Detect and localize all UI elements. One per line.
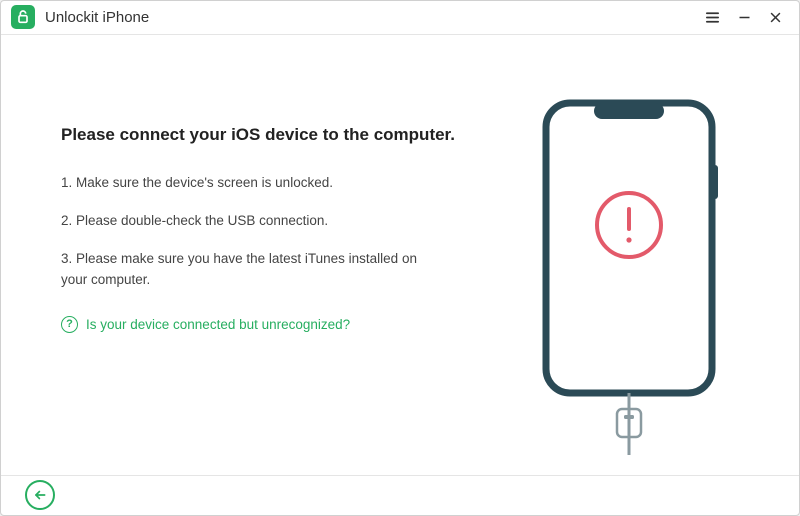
step-item: 3. Please make sure you have the latest … bbox=[61, 249, 441, 290]
question-icon: ? bbox=[61, 316, 78, 333]
arrow-left-icon bbox=[33, 488, 47, 502]
instructions-panel: Please connect your iOS device to the co… bbox=[61, 95, 499, 455]
phone-illustration-icon bbox=[534, 95, 724, 455]
footer bbox=[1, 475, 799, 515]
app-logo-icon bbox=[11, 5, 35, 29]
minimize-icon[interactable] bbox=[737, 10, 752, 25]
steps-list: 1. Make sure the device's screen is unlo… bbox=[61, 173, 441, 290]
app-title: Unlockit iPhone bbox=[45, 9, 149, 26]
step-item: 1. Make sure the device's screen is unlo… bbox=[61, 173, 441, 193]
close-icon[interactable] bbox=[768, 10, 783, 25]
window-controls bbox=[704, 9, 789, 26]
app-window: Unlockit iPhone Please connect your iOS … bbox=[0, 0, 800, 516]
back-button[interactable] bbox=[25, 480, 55, 510]
help-link-text: Is your device connected but unrecognize… bbox=[86, 317, 350, 332]
step-item: 2. Please double-check the USB connectio… bbox=[61, 211, 441, 231]
menu-icon[interactable] bbox=[704, 9, 721, 26]
heading: Please connect your iOS device to the co… bbox=[61, 125, 499, 145]
main-content: Please connect your iOS device to the co… bbox=[1, 35, 799, 475]
illustration-panel bbox=[499, 95, 759, 455]
help-link[interactable]: ? Is your device connected but unrecogni… bbox=[61, 316, 499, 333]
titlebar: Unlockit iPhone bbox=[1, 1, 799, 35]
